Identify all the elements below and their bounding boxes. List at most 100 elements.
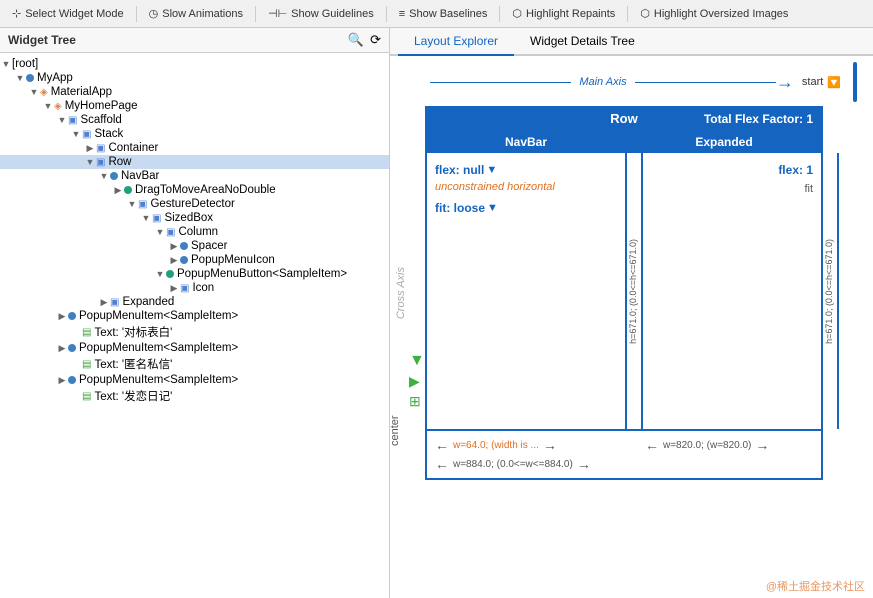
tree-item-row[interactable]: ▼▣Row	[0, 155, 389, 169]
toggle-icon[interactable]: ▶	[168, 283, 180, 294]
toolbar: ⊹ Select Widget Mode ◷ Slow Animations ⊣…	[0, 0, 873, 28]
slow-animations-button[interactable]: ◷ Slow Animations	[141, 5, 251, 22]
tree-item-label-root: [root]	[12, 58, 38, 70]
tree-item-popupmenuitem3[interactable]: ▶PopupMenuItem<SampleItem>	[0, 373, 389, 387]
widget-tree-body[interactable]: ▼[root]▼MyApp▼◈MaterialApp▼◈MyHomePage▼▣…	[0, 53, 389, 598]
toggle-materialapp[interactable]: ▼	[28, 87, 40, 97]
tree-item-label-myapp: MyApp	[37, 72, 73, 84]
expanded-fit-row: fit	[635, 181, 813, 195]
tab-layout-explorer[interactable]: Layout Explorer	[398, 28, 514, 56]
toggle-popupmenuitem1[interactable]: ▶	[56, 311, 68, 322]
tree-item-label-expanded: Expanded	[122, 296, 174, 308]
tree-item-column[interactable]: ▼▣Column	[0, 225, 389, 239]
children-area: NavBar flex: null ▼ unconstrained horizo…	[425, 131, 823, 431]
navbar-fit-dropdown-icon[interactable]: ▼	[487, 202, 498, 214]
widget-icon-text1: ▤	[82, 327, 91, 338]
navbar-flex-label: flex: null	[435, 163, 484, 177]
tree-item-label-row: Row	[108, 156, 131, 168]
widget-tree-title: Widget Tree	[8, 33, 76, 47]
navbar-box-header: NavBar	[427, 131, 625, 153]
toggle-spacer[interactable]: ▶	[168, 241, 180, 252]
tree-item-icon[interactable]: ▶▣Icon	[0, 281, 389, 295]
tree-item-container[interactable]: ▶▣Container	[0, 141, 389, 155]
expanded-box-header: Expanded	[627, 131, 821, 153]
tree-item-myhomepage[interactable]: ▼◈MyHomePage	[0, 99, 389, 113]
down-arrow-icon: ▼	[409, 352, 425, 370]
tree-item-text1[interactable]: ▤Text: '对标表白'	[0, 323, 389, 341]
tree-item-spacer[interactable]: ▶ Spacer	[0, 239, 389, 253]
toggle-gesturedetector[interactable]: ▼	[126, 199, 138, 209]
tree-item-expanded[interactable]: ▶▣Expanded	[0, 295, 389, 309]
tree-item-label-popupmenuitem2: PopupMenuItem<SampleItem>	[79, 342, 238, 354]
tree-item-label-popupmenuitem1: PopupMenuItem<SampleItem>	[79, 310, 238, 322]
search-icon[interactable]: 🔍	[348, 32, 364, 48]
widget-icon-gesturedetector: ▣	[138, 199, 147, 210]
tree-item-popupmenuicon[interactable]: ▶PopupMenuIcon	[0, 253, 389, 267]
tree-item-root[interactable]: ▼[root]	[0, 57, 389, 71]
toggle-dragtomove[interactable]: ▶	[112, 185, 124, 196]
tree-item-navbar[interactable]: ▼NavBar	[0, 169, 389, 183]
tree-item-stack[interactable]: ▼▣Stack	[0, 127, 389, 141]
total-flex-label: Total Flex Factor: 1	[704, 112, 813, 126]
cursor-icon: ⊹	[12, 7, 21, 20]
watermark: @稀土掘金技术社区	[766, 578, 865, 594]
tree-item-label-gesturedetector: GestureDetector	[150, 198, 234, 210]
tab-widget-details[interactable]: Widget Details Tree	[514, 28, 651, 56]
toggle-navbar[interactable]: ▼	[98, 171, 110, 181]
toggle-container[interactable]: ▶	[84, 143, 96, 154]
toggle-popupmenubutton[interactable]: ▼	[154, 269, 166, 279]
tree-item-scaffold[interactable]: ▼▣Scaffold	[0, 113, 389, 127]
show-baselines-button[interactable]: ≡ Show Baselines	[391, 6, 496, 22]
toggle-scaffold[interactable]: ▼	[56, 115, 68, 125]
refresh-icon[interactable]: ⟳	[370, 32, 381, 48]
navbar-fit-row: fit: loose ▼	[435, 201, 617, 215]
highlight-oversized-button[interactable]: ⬡ Highlight Oversized Images	[632, 5, 796, 22]
toggle-myapp[interactable]: ▼	[14, 73, 26, 83]
widget-icon-text2: ▤	[82, 359, 91, 370]
tree-item-sizedbox[interactable]: ▼▣SizedBox	[0, 211, 389, 225]
tree-item-text3[interactable]: ▤Text: '发恋日记'	[0, 387, 389, 405]
toggle-popupmenuitem2[interactable]: ▶	[56, 343, 68, 354]
toggle-stack[interactable]: ▼	[70, 129, 82, 139]
tree-item-label-text1: Text: '对标表白'	[94, 324, 172, 340]
tree-item-label-myhomepage: MyHomePage	[65, 100, 138, 112]
toggle-sizedbox[interactable]: ▼	[140, 213, 152, 223]
widget-icon-popupmenuitem3	[68, 376, 76, 384]
toggle-myhomepage[interactable]: ▼	[42, 101, 54, 111]
toggle-root[interactable]: ▼	[0, 59, 12, 69]
select-widget-button[interactable]: ⊹ Select Widget Mode	[4, 5, 132, 22]
widget-icon-popupmenuitem1	[68, 312, 76, 320]
tree-item-text2[interactable]: ▤Text: '匿名私信'	[0, 355, 389, 373]
navbar-width-label: w=64.0; (width is ...	[453, 440, 539, 451]
toggle-column[interactable]: ▼	[154, 227, 166, 237]
tree-item-label-materialapp: MaterialApp	[51, 86, 112, 98]
tree-item-popupmenuitem1[interactable]: ▶ PopupMenuItem<SampleItem>	[0, 309, 389, 323]
widget-tree-header: Widget Tree 🔍 ⟳	[0, 28, 389, 53]
main-content: Widget Tree 🔍 ⟳ ▼[root]▼MyApp▼◈MaterialA…	[0, 28, 873, 598]
right-arrow-icon-2: →	[543, 437, 557, 453]
toggle-popupmenuicon[interactable]: ▶	[168, 255, 180, 266]
toggle-popupmenuitem3[interactable]: ▶	[56, 375, 68, 386]
tree-item-popupmenuitem2[interactable]: ▶ PopupMenuItem<SampleItem>	[0, 341, 389, 355]
tree-item-popupmenubutton[interactable]: ▼PopupMenuButton<SampleItem>	[0, 267, 389, 281]
tree-item-gesturedetector[interactable]: ▼▣GestureDetector	[0, 197, 389, 211]
navbar-flex-dropdown-icon[interactable]: ▼	[486, 164, 497, 176]
show-guidelines-button[interactable]: ⊣⊢ Show Guidelines	[260, 5, 382, 22]
right-panel: Layout Explorer Widget Details Tree Main…	[390, 28, 873, 598]
expanded-height-dim: h=671.0; (0.0<=h<=671.0)	[821, 153, 839, 429]
tree-item-dragtomove[interactable]: ▶DragToMoveAreaNoDouble	[0, 183, 389, 197]
navbar-fit-label: fit: loose	[435, 201, 485, 215]
tree-item-materialapp[interactable]: ▼◈MaterialApp	[0, 85, 389, 99]
toggle-expanded[interactable]: ▶	[98, 297, 110, 308]
row-header: Row Total Flex Factor: 1	[425, 106, 823, 131]
highlight-repaints-button[interactable]: ⬡ Highlight Repaints	[504, 5, 623, 22]
tree-item-label-text3: Text: '发恋日记'	[94, 388, 172, 404]
widget-icon-row: ▣	[96, 157, 105, 168]
expanded-flex-row: flex: 1	[635, 163, 813, 177]
separator-1	[136, 6, 137, 22]
tree-item-myapp[interactable]: ▼ MyApp	[0, 71, 389, 85]
toggle-row[interactable]: ▼	[84, 157, 96, 167]
tree-item-label-spacer: Spacer	[191, 240, 227, 252]
expanded-width-row: ← w=820.0; (w=820.0) →	[645, 437, 769, 453]
widget-icon-popupmenuicon	[180, 256, 188, 264]
